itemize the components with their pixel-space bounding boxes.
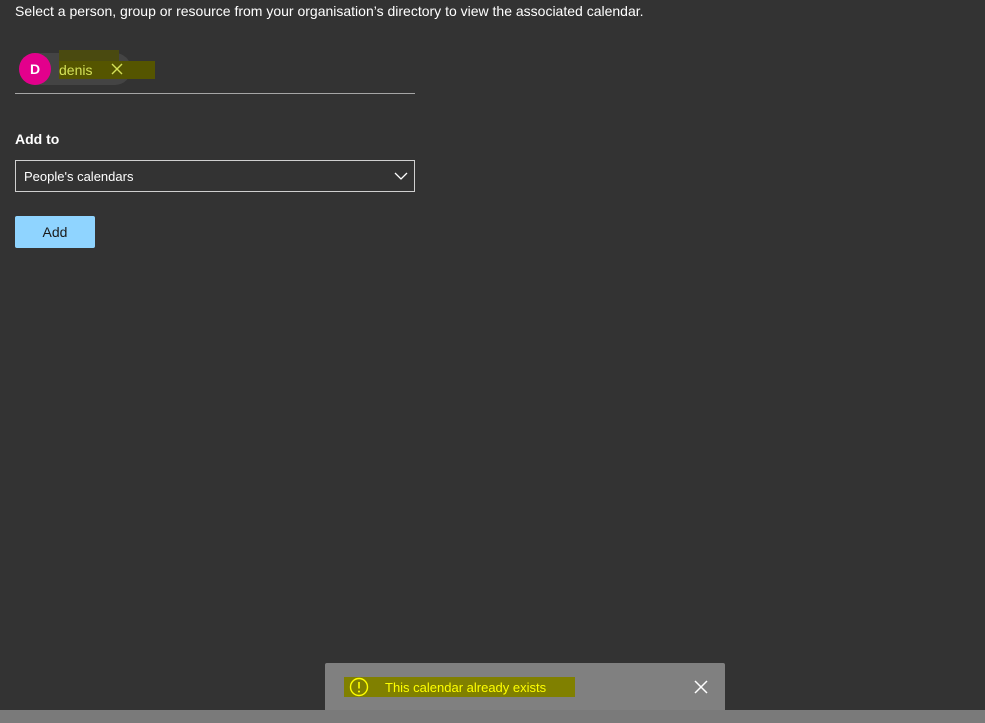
dropdown-selected-value: People's calendars (24, 169, 134, 184)
instruction-text: Select a person, group or resource from … (15, 3, 644, 19)
bottom-scroll-edge (0, 710, 985, 723)
toast-message: This calendar already exists (385, 680, 547, 695)
add-to-dropdown[interactable]: People's calendars (15, 160, 415, 192)
people-picker[interactable]: D denis (15, 50, 415, 94)
selected-person-name: denis (59, 62, 93, 78)
close-icon (111, 63, 123, 75)
close-icon[interactable] (693, 679, 709, 695)
add-to-label: Add to (15, 131, 60, 147)
toast-notification: This calendar already exists (325, 663, 725, 712)
warning-icon (349, 677, 369, 697)
avatar: D (19, 53, 51, 85)
chevron-down-icon (394, 172, 408, 180)
add-button[interactable]: Add (15, 216, 95, 248)
remove-person-button[interactable] (109, 59, 125, 79)
